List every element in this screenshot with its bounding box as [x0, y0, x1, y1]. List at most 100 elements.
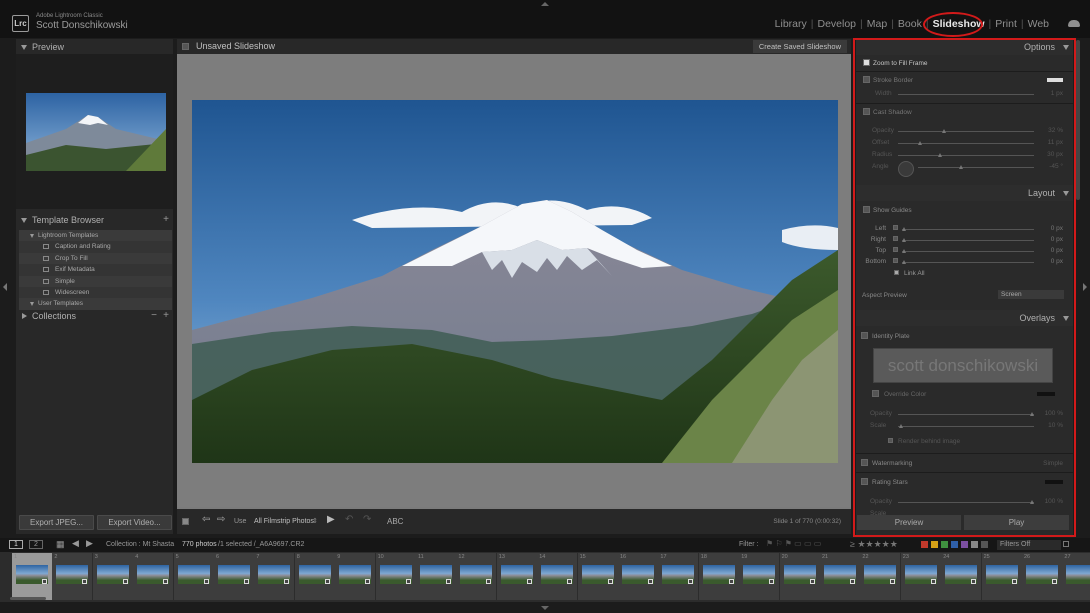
slider-knob[interactable] [902, 238, 906, 242]
override-color-swatch[interactable] [1037, 392, 1055, 396]
watermark-dropdown[interactable]: Simple [1043, 460, 1063, 467]
green-label-filter[interactable] [941, 541, 948, 548]
filmstrip-cell[interactable]: 20 [779, 553, 820, 600]
identity-plate-checkbox[interactable] [861, 332, 868, 339]
filmstrip-cell[interactable]: 24 [941, 553, 982, 600]
template-item[interactable]: Simple [19, 275, 172, 287]
collapse-right-arrow-icon[interactable] [1083, 283, 1087, 291]
shadow-angle-slider[interactable] [918, 167, 1034, 168]
custom-label-filter[interactable] [971, 541, 978, 548]
cast-shadow-checkbox[interactable] [863, 108, 870, 115]
previous-slide-icon[interactable]: ⇦ [202, 514, 210, 525]
slide-photo[interactable] [192, 100, 838, 463]
play-preview-icon[interactable]: ▶ [327, 514, 335, 525]
use-dropdown[interactable]: All Filmstrip Photos [254, 518, 314, 525]
slider-knob[interactable] [902, 249, 906, 253]
filmstrip-cell[interactable]: 18 [698, 553, 739, 600]
filmstrip-cell[interactable]: 23 [900, 553, 941, 600]
guide-left-slider[interactable] [902, 229, 1034, 230]
purple-label-filter[interactable] [961, 541, 968, 548]
show-guides-checkbox[interactable] [863, 206, 870, 213]
filmstrip-cell[interactable]: 13 [496, 553, 537, 600]
collapse-bottom-arrow-icon[interactable] [541, 606, 549, 610]
filmstrip-cell[interactable]: 3 [92, 553, 133, 600]
slider-knob[interactable] [938, 153, 942, 157]
template-item[interactable]: Caption and Rating [19, 241, 172, 253]
cloud-sync-icon[interactable] [1068, 20, 1080, 27]
shadow-radius-slider[interactable] [898, 155, 1034, 156]
filmstrip-cell[interactable]: 10 [375, 553, 416, 600]
module-library[interactable]: Library [772, 18, 810, 30]
template-folder-lightroom[interactable]: Lightroom Templates [19, 230, 172, 242]
render-behind-checkbox[interactable] [888, 438, 893, 443]
aspect-preview-dropdown[interactable]: Screen [998, 290, 1064, 299]
slider-knob[interactable] [918, 141, 922, 145]
filmstrip-cell[interactable]: 1 [12, 553, 52, 600]
forward-arrow-icon[interactable]: ▶ [86, 538, 93, 549]
angle-dial[interactable] [898, 161, 914, 177]
guide-top-slider[interactable] [902, 251, 1034, 252]
rating-opacity-slider[interactable] [898, 502, 1034, 503]
rating-color-swatch[interactable] [1045, 480, 1063, 484]
filters-dropdown[interactable]: Filters Off [997, 540, 1061, 550]
filmstrip-cell[interactable]: 17 [658, 553, 699, 600]
guide-top-link[interactable] [893, 247, 898, 252]
slider-knob[interactable] [902, 227, 906, 231]
right-panel-scrollbar[interactable] [1076, 40, 1080, 200]
add-template-icon[interactable]: + [163, 212, 169, 228]
module-book[interactable]: Book [895, 18, 925, 30]
grid-view-icon[interactable]: ▦ [56, 539, 65, 550]
filmstrip-cell[interactable]: 5 [173, 553, 214, 600]
filmstrip-cell[interactable]: 14 [537, 553, 578, 600]
main-screen-button[interactable]: 1 [9, 540, 23, 549]
collection-path[interactable]: Collection : Mt Shasta [106, 541, 174, 548]
filmstrip-cell[interactable]: 6 [214, 553, 254, 600]
blue-label-filter[interactable] [951, 541, 958, 548]
collapse-left-arrow-icon[interactable] [3, 283, 7, 291]
flag-filter-icons[interactable]: ⚑ ⚐ ⚑ ▭ ▭ ▭ [766, 539, 821, 548]
preview-panel-header[interactable]: Preview [16, 39, 173, 55]
rating-stars-checkbox[interactable] [861, 478, 868, 485]
stroke-color-swatch[interactable] [1047, 78, 1063, 82]
guide-left-link[interactable] [893, 225, 898, 230]
filmstrip-cell[interactable]: 15 [577, 553, 618, 600]
zoom-checkbox[interactable] [863, 59, 870, 66]
guide-bottom-slider[interactable] [902, 262, 1034, 263]
module-web[interactable]: Web [1025, 18, 1052, 30]
filter-lock-icon[interactable] [1063, 541, 1069, 547]
yellow-label-filter[interactable] [931, 541, 938, 548]
back-arrow-icon[interactable]: ◀ [72, 538, 79, 549]
template-browser-header[interactable]: Template Browser + [16, 212, 173, 228]
slider-knob[interactable] [959, 165, 963, 169]
overlay-scale-slider[interactable] [898, 426, 1034, 427]
guide-right-link[interactable] [893, 236, 898, 241]
slider-knob[interactable] [902, 260, 906, 264]
override-color-checkbox[interactable] [872, 390, 879, 397]
filmstrip-cell[interactable]: 19 [739, 553, 780, 600]
remove-collection-icon[interactable]: − [151, 308, 157, 324]
add-text-button[interactable]: ABC [387, 517, 403, 526]
filmstrip-scrollbar[interactable] [10, 597, 46, 600]
width-slider[interactable] [898, 94, 1034, 95]
module-map[interactable]: Map [864, 18, 890, 30]
create-saved-slideshow-button[interactable]: Create Saved Slideshow [752, 40, 847, 53]
guide-right-slider[interactable] [902, 240, 1034, 241]
filmstrip-cell[interactable]: 25 [981, 553, 1022, 600]
filmstrip-cell[interactable]: 4 [133, 553, 174, 600]
filmstrip-cell[interactable]: 8 [294, 553, 335, 600]
filmstrip-cell[interactable]: 12 [456, 553, 497, 600]
stop-icon[interactable] [182, 518, 189, 525]
filmstrip-cell[interactable]: 9 [335, 553, 376, 600]
overlays-header[interactable]: Overlays [856, 310, 1073, 326]
red-label-filter[interactable] [921, 541, 928, 548]
selection-info[interactable]: /1 selected /_A6A9697.CR2 [218, 541, 304, 548]
filmstrip-cell[interactable]: 27 [1062, 553, 1090, 600]
rotate-left-icon[interactable]: ↶ [345, 514, 353, 525]
export-video-button[interactable]: Export Video... [97, 515, 172, 530]
template-item[interactable]: Widescreen [19, 286, 172, 299]
collapse-top-arrow-icon[interactable] [541, 2, 549, 6]
slider-knob[interactable] [1030, 500, 1034, 504]
slider-knob[interactable] [942, 129, 946, 133]
module-print[interactable]: Print [992, 18, 1020, 30]
no-label-filter[interactable] [981, 541, 988, 548]
